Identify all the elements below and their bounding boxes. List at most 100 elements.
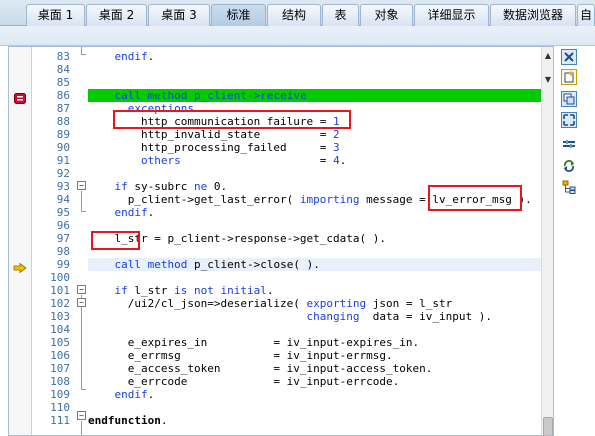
line-number: 92 — [56, 167, 70, 180]
code-line[interactable]: changing data = iv_input ). — [88, 310, 541, 323]
tab-bar: 桌面 1 桌面 2 桌面 3 标准 结构 表 对象 详细显示 数据浏览器 自 — [0, 0, 595, 26]
code-line[interactable] — [88, 245, 541, 258]
tab-label: 自 — [579, 8, 592, 22]
code-line[interactable] — [88, 219, 541, 232]
fold-column: − − − − — [76, 47, 88, 435]
fullscreen-icon[interactable] — [561, 112, 577, 128]
tab-desktop-2[interactable]: 桌面 2 — [86, 4, 147, 26]
code-line[interactable]: e_access_token = iv_input-access_token. — [88, 362, 541, 375]
fold-toggle-icon[interactable]: − — [77, 181, 86, 190]
code-area[interactable]: endif. call method p_client->receive exc… — [88, 47, 541, 435]
annotation-box-l-str — [91, 231, 140, 250]
source-editor[interactable]: 83 84 85 86 87 88 89 90 91 92 93 94 95 96 97 98 99 100 101… — [8, 46, 554, 436]
tab-label: 表 — [334, 8, 347, 22]
fold-toggle-icon[interactable]: − — [77, 411, 86, 420]
code-line[interactable]: l_str = p_client->response->get_cdata( )… — [88, 232, 541, 245]
settings-icon[interactable] — [561, 137, 577, 153]
tab-overflow[interactable]: 自 — [577, 4, 595, 26]
code-line[interactable]: http_invalid_state = 2 — [88, 128, 541, 141]
current-statement-arrow-icon — [13, 258, 27, 274]
tab-desktop-1[interactable]: 桌面 1 — [26, 4, 85, 26]
code-line[interactable]: call method p_client->receive — [88, 89, 541, 102]
tab-label: 桌面 1 — [37, 8, 74, 22]
code-line[interactable]: /ui2/cl_json=>deserialize( exporting jso… — [88, 297, 541, 310]
breakpoint-gutter[interactable] — [9, 47, 32, 435]
code-line[interactable] — [88, 401, 541, 414]
tab-structure[interactable]: 结构 — [267, 4, 321, 26]
scroll-up-icon[interactable]: ▲ — [542, 49, 553, 62]
annotation-box-error-msg — [428, 185, 522, 211]
code-line[interactable] — [88, 76, 541, 89]
line-number: 108 — [50, 375, 70, 388]
line-number: 100 — [50, 271, 70, 284]
line-number: 87 — [56, 102, 70, 115]
line-number: 85 — [56, 76, 70, 89]
line-number: 111 — [50, 414, 70, 427]
code-line[interactable]: call method p_client->close( ). — [88, 258, 541, 271]
line-number: 107 — [50, 362, 70, 375]
code-line[interactable]: e_errmsg = iv_input-errmsg. — [88, 349, 541, 362]
line-number: 103 — [50, 310, 70, 323]
refresh-icon[interactable] — [561, 158, 577, 174]
line-number: 102 — [50, 297, 70, 310]
tab-standard[interactable]: 标准 — [211, 4, 266, 26]
tab-label: 数据浏览器 — [502, 8, 563, 22]
tab-label: 桌面 2 — [98, 8, 135, 22]
line-number: 105 — [50, 336, 70, 349]
line-number: 90 — [56, 141, 70, 154]
code-line[interactable]: endif. — [88, 388, 541, 401]
code-line[interactable]: e_expires_in = iv_input-expires_in. — [88, 336, 541, 349]
line-number: 101 — [50, 284, 70, 297]
tab-data-browser[interactable]: 数据浏览器 — [490, 4, 576, 26]
tab-label: 桌面 3 — [161, 8, 197, 22]
vertical-scrollbar[interactable]: ▲ ▼ — [541, 47, 553, 435]
close-icon[interactable] — [561, 49, 577, 65]
line-number: 104 — [50, 323, 70, 336]
line-number: 86 — [56, 89, 70, 102]
tab-label: 结构 — [281, 8, 306, 22]
code-line[interactable] — [88, 271, 541, 284]
line-number: 97 — [56, 232, 70, 245]
line-number: 94 — [56, 193, 70, 206]
code-line[interactable] — [88, 63, 541, 76]
tab-desktop-3[interactable]: 桌面 3 — [148, 4, 210, 26]
fold-toggle-icon[interactable]: − — [77, 298, 86, 307]
line-number: 95 — [56, 206, 70, 219]
annotation-box-http-failure — [113, 110, 351, 129]
code-line[interactable]: endfunction. — [88, 414, 541, 427]
code-line[interactable] — [88, 323, 541, 336]
line-number: 106 — [50, 349, 70, 362]
editor-toolbar — [556, 46, 595, 436]
tab-label: 标准 — [226, 8, 251, 22]
line-number: 96 — [56, 219, 70, 232]
fold-toggle-icon[interactable]: − — [77, 285, 86, 294]
breakpoint-icon[interactable] — [14, 89, 26, 104]
tab-details[interactable]: 详细显示 — [414, 4, 489, 26]
line-number-column: 83 84 85 86 87 88 89 90 91 92 93 94 95 96 97 98 99 100 101… — [32, 47, 76, 435]
structure-icon[interactable] — [561, 179, 577, 195]
code-line[interactable]: e_errcode = iv_input-errcode. — [88, 375, 541, 388]
line-number: 99 — [56, 258, 70, 271]
new-icon[interactable] — [561, 69, 577, 85]
line-number: 110 — [50, 401, 70, 414]
line-number: 91 — [56, 154, 70, 167]
line-number: 83 — [56, 50, 70, 63]
scrollbar-thumb[interactable] — [543, 417, 553, 435]
line-number: 88 — [56, 115, 70, 128]
code-line[interactable] — [88, 167, 541, 180]
tab-label: 对象 — [374, 8, 399, 22]
line-number: 93 — [56, 180, 70, 193]
scroll-down-icon[interactable]: ▼ — [542, 73, 553, 86]
tab-content-header — [0, 26, 595, 46]
line-number: 98 — [56, 245, 70, 258]
code-line[interactable]: endif. — [88, 50, 541, 63]
code-line[interactable]: if l_str is not initial. — [88, 284, 541, 297]
tab-table[interactable]: 表 — [322, 4, 359, 26]
tab-objects[interactable]: 对象 — [360, 4, 413, 26]
code-line[interactable]: others = 4. — [88, 154, 541, 167]
tab-label: 详细显示 — [427, 8, 476, 22]
line-number: 109 — [50, 388, 70, 401]
copy-icon[interactable] — [561, 91, 577, 107]
code-line[interactable]: http_processing_failed = 3 — [88, 141, 541, 154]
line-number: 89 — [56, 128, 70, 141]
